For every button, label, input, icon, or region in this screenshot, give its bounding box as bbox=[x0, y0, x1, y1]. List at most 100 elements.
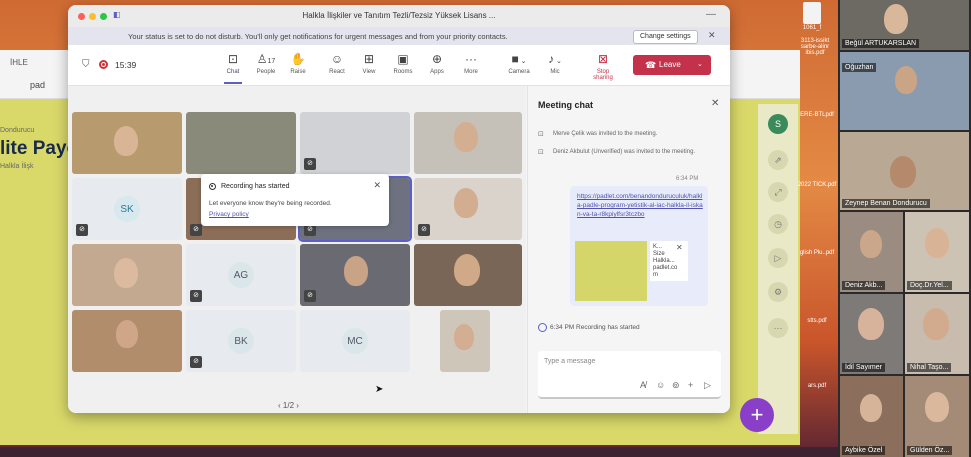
desktop-file[interactable]: 3113-issikt sarbe-alinr ibis.pdf bbox=[795, 38, 835, 56]
leave-button[interactable]: ☎ Leave ⌄ bbox=[633, 55, 711, 75]
participant-tile[interactable]: Gülden Öz... bbox=[905, 376, 969, 457]
muted-mic-icon: ⊘ bbox=[190, 290, 202, 302]
video-tile[interactable]: AG ⊘ bbox=[186, 244, 296, 306]
padlet-settings-icon[interactable]: ⚙ bbox=[768, 282, 788, 302]
video-tile[interactable] bbox=[414, 112, 522, 174]
avatar: SK bbox=[114, 196, 140, 222]
participant-face bbox=[344, 256, 368, 286]
participant-face bbox=[858, 308, 884, 340]
video-tile[interactable] bbox=[186, 112, 296, 174]
browser-tab[interactable]: İHLE bbox=[10, 58, 28, 67]
invite-icon: ⊡ bbox=[538, 149, 544, 156]
muted-mic-icon: ⊘ bbox=[304, 158, 316, 170]
video-tile[interactable]: ⊘ bbox=[300, 112, 410, 174]
participant-tile[interactable]: Beğül ARTUKARSLAN bbox=[840, 0, 969, 50]
muted-mic-icon: ⊘ bbox=[418, 224, 430, 236]
raise-hand-button[interactable]: ✋ Raise bbox=[283, 52, 313, 75]
video-tile[interactable]: SK ⊘ bbox=[72, 178, 182, 240]
phone-hangup-icon: ☎ bbox=[645, 60, 657, 70]
padlet-play-icon[interactable]: ▷ bbox=[768, 248, 788, 268]
video-tile[interactable] bbox=[414, 244, 522, 306]
padlet-expand-icon[interactable]: ⤢ bbox=[768, 182, 788, 202]
participant-name: Deniz Akb... bbox=[842, 281, 886, 290]
send-icon[interactable]: ▷ bbox=[704, 380, 711, 391]
message-compose-box[interactable]: Type a message A̸ ☺ ⊚ + ▷ bbox=[538, 351, 721, 399]
video-tile[interactable]: ⊘ bbox=[414, 178, 522, 240]
recording-notification-title: Recording has started bbox=[221, 183, 290, 190]
chat-message: https://padlet.com/benandonduruculuk/hal… bbox=[570, 186, 708, 306]
padlet-add-button[interactable]: + bbox=[740, 398, 774, 432]
mouse-cursor-icon: ➤ bbox=[375, 384, 384, 395]
desktop-file[interactable]: ERE-BTLpdf bbox=[797, 112, 837, 118]
video-tile[interactable] bbox=[72, 112, 182, 174]
participant-tile[interactable]: Doç.Dr.Yel... bbox=[905, 212, 969, 292]
video-tile[interactable]: MC bbox=[300, 310, 410, 372]
participant-tile[interactable]: Deniz Akb... bbox=[840, 212, 903, 292]
padlet-share-icon[interactable]: ⇗ bbox=[768, 150, 788, 170]
gallery-pager[interactable]: ‹ 1/2 › bbox=[278, 401, 299, 410]
meeting-toolbar: ⛉ 15:39 ⊡ Chat ♙17 People ✋ Raise ☺ Reac… bbox=[68, 45, 730, 86]
view-button[interactable]: ⊞ View bbox=[354, 52, 384, 75]
stop-sharing-button[interactable]: ⊠ Stop sharing bbox=[588, 52, 618, 81]
desktop-file[interactable]: 2022 TICK.pdf bbox=[797, 182, 837, 188]
minimize-icon[interactable]: — bbox=[706, 9, 716, 20]
participant-face bbox=[454, 122, 478, 152]
close-chat-icon[interactable]: ✕ bbox=[711, 98, 719, 109]
participant-tile[interactable]: İdil Sayımer bbox=[840, 294, 903, 374]
video-tile[interactable] bbox=[72, 310, 182, 372]
close-notification-icon[interactable]: ✕ bbox=[373, 180, 381, 191]
video-tile[interactable]: BK ⊘ bbox=[186, 310, 296, 372]
participant-tile[interactable]: Aybike Özel bbox=[840, 376, 903, 457]
participant-face bbox=[114, 258, 138, 288]
rooms-button[interactable]: ▣ Rooms bbox=[388, 52, 418, 75]
emoji-icon[interactable]: ☺ bbox=[656, 380, 665, 390]
padlet-subtitle: Dondurucu bbox=[0, 127, 35, 134]
people-button[interactable]: ♙17 People bbox=[251, 52, 281, 75]
video-tile[interactable] bbox=[72, 244, 182, 306]
recording-notification-body: Let everyone know they're being recorded… bbox=[209, 200, 332, 207]
desktop-file[interactable]: stts.pdf bbox=[797, 318, 837, 324]
privacy-policy-link[interactable]: Privacy policy bbox=[209, 211, 249, 218]
chat-button[interactable]: ⊡ Chat bbox=[218, 52, 248, 84]
more-button[interactable]: ··· More bbox=[456, 52, 486, 75]
desktop-file[interactable]: 1061_f bbox=[792, 2, 832, 31]
rooms-icon: ▣ bbox=[397, 52, 409, 66]
video-tile[interactable]: ⊘ bbox=[300, 244, 410, 306]
participant-name: İdil Sayımer bbox=[842, 363, 885, 372]
shield-icon: ⛉ bbox=[82, 59, 90, 70]
apps-button[interactable]: ⊕ Apps bbox=[422, 52, 452, 75]
participant-tile[interactable]: Nihal Taşo... bbox=[905, 294, 969, 374]
people-count-badge: 17 bbox=[267, 58, 276, 65]
attach-plus-icon[interactable]: + bbox=[688, 380, 693, 390]
react-button[interactable]: ☺ React bbox=[322, 52, 352, 75]
close-preview-icon[interactable]: ✕ bbox=[676, 243, 683, 252]
participant-face bbox=[860, 394, 882, 422]
change-settings-button[interactable]: Change settings bbox=[633, 30, 698, 44]
message-timestamp: 6:34 PM bbox=[676, 176, 699, 182]
video-tile[interactable] bbox=[440, 310, 490, 372]
padlet-clock-icon[interactable]: ◷ bbox=[768, 214, 788, 234]
browser-address[interactable]: pad bbox=[30, 80, 45, 90]
participant-name: Gülden Öz... bbox=[907, 446, 953, 455]
chevron-down-icon[interactable]: ⌄ bbox=[697, 55, 703, 75]
desktop-file[interactable]: ars.pdf bbox=[797, 383, 837, 389]
raise-hand-icon: ✋ bbox=[290, 52, 306, 66]
padlet-more-icon[interactable]: ··· bbox=[768, 318, 788, 338]
mic-button[interactable]: ♪ ⌄ Mic bbox=[540, 52, 570, 75]
camera-button[interactable]: ■ ⌄ Camera bbox=[504, 52, 534, 75]
participant-tile[interactable]: Oğuzhan bbox=[840, 52, 969, 130]
format-icon[interactable]: A̸ bbox=[640, 380, 646, 390]
padlet-link[interactable]: https://padlet.com/benandonduruculuk/hal… bbox=[577, 192, 703, 219]
recording-icon bbox=[209, 183, 216, 190]
message-input[interactable]: Type a message bbox=[544, 358, 595, 365]
sticker-icon[interactable]: ⊚ bbox=[672, 380, 680, 391]
dnd-status-message: Your status is set to do not disturb. Yo… bbox=[128, 32, 508, 41]
padlet-s-icon[interactable]: S bbox=[768, 114, 788, 134]
meeting-chat-pane: Meeting chat ✕ ⊡ Merve Çelik was invited… bbox=[527, 86, 730, 413]
participant-name: Beğül ARTUKARSLAN bbox=[842, 39, 920, 48]
desktop-file[interactable]: glish Plu..pdf bbox=[797, 250, 837, 256]
recording-icon bbox=[538, 323, 547, 332]
close-banner-icon[interactable]: ✕ bbox=[708, 30, 716, 41]
participant-tile[interactable]: Zeynep Benan Dondurucu bbox=[840, 132, 969, 210]
link-preview-thumbnail[interactable] bbox=[575, 241, 647, 301]
